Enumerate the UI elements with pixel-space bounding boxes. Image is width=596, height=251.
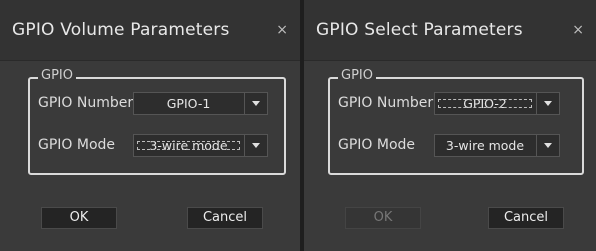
gpio-group: GPIO GPIO Number GPIO-1 GPIO Mode 3-wire… <box>28 68 286 175</box>
gpio-mode-select[interactable]: 3-wire mode <box>133 134 268 157</box>
gpio-group: GPIO GPIO Number GPIO-2 GPIO Mode 3-wire… <box>328 68 584 175</box>
gpio-number-label: GPIO Number <box>338 95 434 111</box>
gpio-number-value: GPIO-1 <box>166 96 211 111</box>
gpio-number-row: GPIO Number GPIO-2 <box>338 92 572 116</box>
ok-button[interactable]: OK <box>41 207 117 229</box>
gpio-mode-value: 3-wire mode <box>445 138 525 153</box>
gpio-select-parameters-dialog: GPIO Select Parameters × GPIO GPIO Numbe… <box>304 0 596 251</box>
gpio-number-value: GPIO-2 <box>435 96 535 111</box>
gpio-mode-label: GPIO Mode <box>38 137 116 153</box>
group-label: GPIO <box>38 68 76 83</box>
ok-button-disabled[interactable]: OK <box>345 207 421 229</box>
dialog-title: GPIO Volume Parameters <box>12 20 230 40</box>
close-icon[interactable]: × <box>276 22 288 38</box>
group-label: GPIO <box>338 68 376 83</box>
chevron-down-icon[interactable] <box>244 93 267 114</box>
close-icon[interactable]: × <box>572 22 584 38</box>
gpio-number-label: GPIO Number <box>38 95 134 111</box>
titlebar: GPIO Volume Parameters × <box>0 0 300 61</box>
gpio-number-select[interactable]: GPIO-2 <box>434 92 560 115</box>
chevron-down-icon[interactable] <box>536 93 559 114</box>
cancel-button[interactable]: Cancel <box>187 207 263 229</box>
dialog-title: GPIO Select Parameters <box>316 20 523 40</box>
gpio-volume-parameters-dialog: GPIO Volume Parameters × GPIO GPIO Numbe… <box>0 0 300 251</box>
titlebar: GPIO Select Parameters × <box>304 0 596 61</box>
gpio-mode-label: GPIO Mode <box>338 137 416 153</box>
gpio-mode-value: 3-wire mode <box>134 138 243 153</box>
gpio-number-select[interactable]: GPIO-1 <box>133 92 268 115</box>
cancel-button[interactable]: Cancel <box>488 207 564 229</box>
chevron-down-icon[interactable] <box>536 135 559 156</box>
gpio-mode-row: GPIO Mode 3-wire mode <box>338 134 572 158</box>
gpio-number-row: GPIO Number GPIO-1 <box>38 92 274 116</box>
gpio-mode-row: GPIO Mode 3-wire mode <box>38 134 274 158</box>
gpio-mode-select[interactable]: 3-wire mode <box>434 134 560 157</box>
chevron-down-icon[interactable] <box>244 135 267 156</box>
